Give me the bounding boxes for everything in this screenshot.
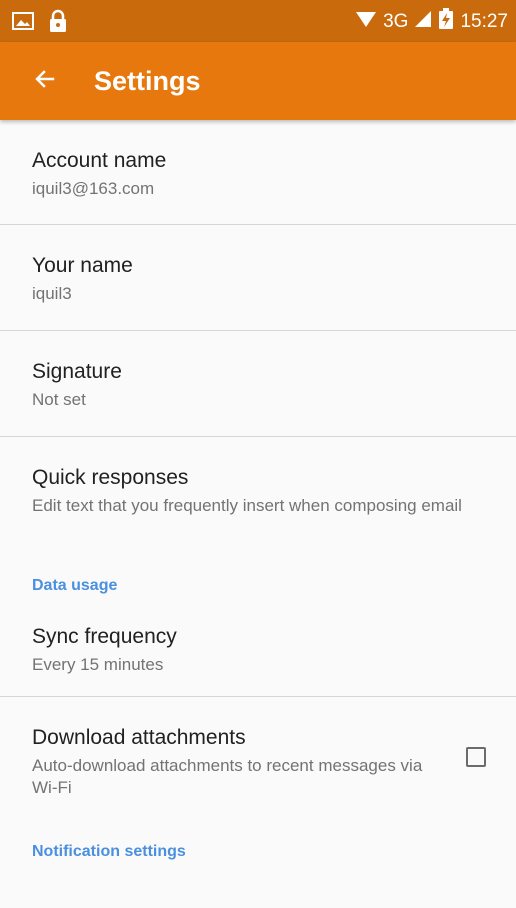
pref-your-name[interactable]: Your name iquil3 — [0, 225, 516, 330]
back-button[interactable] — [28, 64, 62, 98]
pref-download-attachments-summary: Auto-download attachments to recent mess… — [32, 756, 423, 797]
status-bar: 3G 15:27 — [0, 0, 516, 42]
status-bar-left — [12, 9, 68, 38]
app-toolbar: Settings — [0, 42, 516, 120]
pref-quick-responses[interactable]: Quick responses Edit text that you frequ… — [0, 437, 516, 577]
pref-account-name-summary: iquil3@163.com — [32, 179, 155, 198]
pref-download-attachments-title: Download attachments — [32, 726, 246, 749]
pref-your-name-title: Your name — [32, 254, 133, 277]
pref-download-attachments[interactable]: Download attachments Auto-download attac… — [0, 697, 516, 843]
pref-your-name-summary: iquil3 — [32, 284, 72, 303]
category-notification-settings: Notification settings — [32, 843, 186, 860]
image-icon — [12, 11, 34, 36]
wifi-icon — [355, 10, 377, 34]
network-type: 3G — [383, 11, 409, 32]
pref-signature[interactable]: Signature Not set — [0, 331, 516, 436]
pref-signature-summary: Not set — [32, 390, 86, 409]
pref-account-name-title: Account name — [32, 149, 167, 172]
pref-sync-frequency-title: Sync frequency — [32, 625, 177, 648]
category-data-usage: Data usage — [32, 577, 118, 594]
pref-account-name[interactable]: Account name iquil3@163.com — [0, 120, 516, 224]
page-title: Settings — [94, 66, 201, 96]
battery-icon — [438, 8, 454, 36]
status-bar-right: 3G 15:27 — [355, 8, 508, 36]
pref-quick-responses-summary: Edit text that you frequently insert whe… — [32, 496, 462, 515]
settings-list: Account name iquil3@163.com Your name iq… — [0, 120, 516, 908]
lock-icon — [48, 9, 68, 38]
download-attachments-checkbox[interactable] — [466, 747, 486, 767]
arrow-left-icon — [33, 67, 57, 96]
pref-signature-title: Signature — [32, 360, 122, 383]
clock: 15:27 — [460, 11, 508, 32]
signal-icon — [414, 10, 432, 34]
pref-sync-frequency-summary: Every 15 minutes — [32, 655, 164, 674]
pref-sync-frequency[interactable]: Sync frequency Every 15 minutes — [0, 619, 516, 696]
pref-quick-responses-title: Quick responses — [32, 466, 189, 489]
